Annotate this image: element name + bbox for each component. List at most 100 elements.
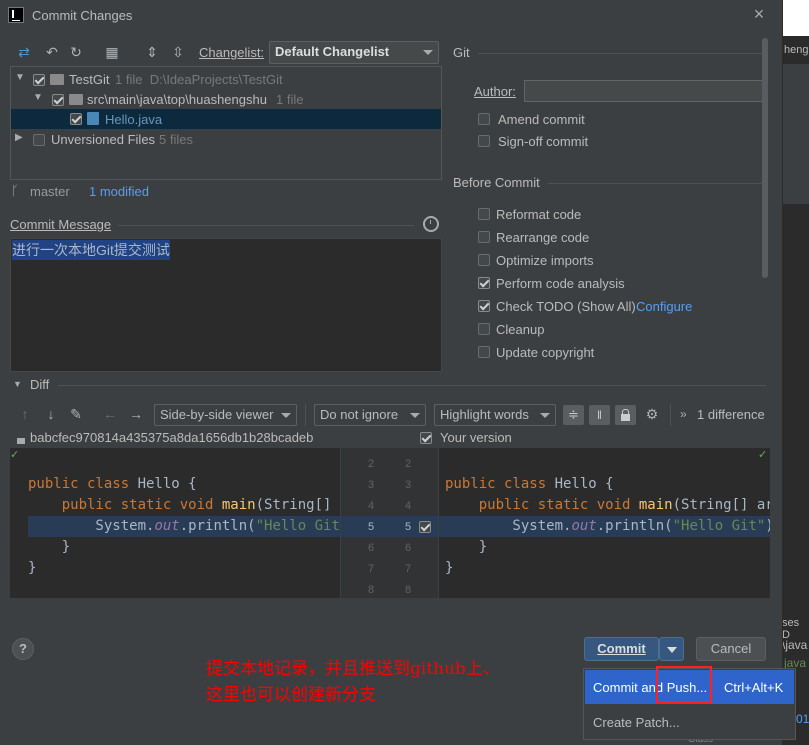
refresh-icon[interactable]: ↻ <box>68 44 84 60</box>
amend-checkbox[interactable] <box>478 113 490 125</box>
modified-count[interactable]: 1 modified <box>89 184 149 199</box>
root-checkbox[interactable] <box>33 74 45 86</box>
author-label: Author: <box>474 84 516 99</box>
forward-icon[interactable]: → <box>128 406 144 422</box>
tree-row-package[interactable]: ▼ src\main\java\top\huashengshu 1 file <box>11 89 441 109</box>
background-text: 01 <box>796 712 809 726</box>
optimize-checkbox[interactable] <box>478 254 490 266</box>
tree-row-file[interactable]: Hello.java <box>11 109 441 129</box>
expand-arrow-icon[interactable]: ▼ <box>33 92 43 103</box>
code-line: public class Hello { <box>445 476 614 492</box>
optimize-label[interactable]: Optimize imports <box>496 253 594 268</box>
signoff-checkbox[interactable] <box>478 135 490 147</box>
branch-name[interactable]: master <box>30 184 70 199</box>
root-name: TestGit <box>69 72 110 87</box>
lock-icon[interactable] <box>615 405 636 425</box>
diff-gutter: 2 2 3 3 4 4 5 5 6 6 7 7 8 8 <box>341 448 438 598</box>
history-clock-icon[interactable] <box>423 216 439 232</box>
cancel-button[interactable]: Cancel <box>696 637 766 661</box>
line-number: 3 <box>367 479 375 491</box>
changelist-label-text: Changelist: <box>199 45 265 60</box>
ignore-dropdown[interactable]: Do not ignore <box>314 404 426 426</box>
analysis-checkbox[interactable] <box>478 277 490 289</box>
signoff-label[interactable]: Sign-off commit <box>498 134 588 149</box>
viewer-dropdown[interactable]: Side-by-side viewer <box>154 404 297 426</box>
back-icon[interactable]: ← <box>102 406 118 422</box>
line-number: 4 <box>367 500 375 512</box>
code-line: System.out.println("Hello Git");/ <box>445 518 770 534</box>
divider <box>305 404 306 426</box>
highlight-dropdown[interactable]: Highlight words <box>434 404 556 426</box>
rearrange-label[interactable]: Rearrange code <box>496 230 589 245</box>
options-scrollbar[interactable] <box>762 38 768 278</box>
prev-diff-icon[interactable]: ↑ <box>18 406 32 422</box>
line-number: 6 <box>367 542 375 554</box>
background-panel <box>782 0 809 36</box>
todo-checkbox[interactable] <box>478 300 490 312</box>
sync-scroll-icon[interactable]: ‖ <box>589 405 610 425</box>
configure-link[interactable]: Configure <box>636 299 692 314</box>
file-checkbox[interactable] <box>70 113 82 125</box>
group-by-icon[interactable]: ▦ <box>104 44 120 60</box>
annotation-line-2: 这里也可以创建新分支 <box>206 685 376 705</box>
cleanup-label[interactable]: Cleanup <box>496 322 544 337</box>
commit-button[interactable]: Commit <box>584 637 659 661</box>
close-icon[interactable]: × <box>750 5 768 23</box>
expand-arrow-icon[interactable]: ▼ <box>15 72 25 83</box>
help-button[interactable]: ? <box>12 638 34 660</box>
edit-icon[interactable]: ✎ <box>68 406 84 422</box>
line-number: 2 <box>367 458 375 470</box>
commit-options-button[interactable] <box>659 637 684 661</box>
rearrange-checkbox[interactable] <box>478 231 490 243</box>
code-line: System.out.println("Hello Git") <box>28 518 340 534</box>
changes-tree[interactable]: ▼ TestGit 1 file D:\IdeaProjects\TestGit… <box>10 66 442 180</box>
line-number: 3 <box>404 479 412 491</box>
line-number: 8 <box>404 584 412 596</box>
expand-arrow-icon[interactable]: ▶ <box>15 132 23 143</box>
tree-row-root[interactable]: ▼ TestGit 1 file D:\IdeaProjects\TestGit <box>11 69 441 89</box>
package-meta: 1 file <box>276 92 304 107</box>
diff-right-editor[interactable]: ✓ public class Hello { public static voi… <box>439 448 770 598</box>
line-number: 6 <box>404 542 412 554</box>
diff-collapse-icon[interactable]: ▼ <box>13 379 22 389</box>
rollback-icon[interactable]: ↶ <box>44 44 60 60</box>
divider <box>670 404 671 426</box>
commit-message-input[interactable]: 进行一次本地Git提交测试 <box>10 238 442 372</box>
reformat-checkbox[interactable] <box>478 208 490 220</box>
your-version-checkbox[interactable] <box>420 432 432 444</box>
more-icon[interactable]: » <box>680 407 687 421</box>
package-checkbox[interactable] <box>52 94 64 106</box>
title-bar: Commit Changes × <box>0 0 782 32</box>
settings-gear-icon[interactable]: ⚙ <box>644 406 660 422</box>
right-hscroll[interactable] <box>439 598 770 610</box>
background-text: \java <box>782 638 808 652</box>
line-number: 5 <box>367 521 375 533</box>
expand-all-icon[interactable]: ⇕ <box>144 44 160 60</box>
amend-label[interactable]: Amend commit <box>498 112 585 127</box>
todo-label[interactable]: Check TODO (Show All) <box>496 299 636 314</box>
git-section-title: Git <box>453 45 470 60</box>
diff-left-editor[interactable]: ✓ public class Hello { public static voi… <box>10 448 340 598</box>
java-file-icon <box>87 112 99 125</box>
author-input[interactable] <box>524 80 764 102</box>
analysis-label[interactable]: Perform code analysis <box>496 276 625 291</box>
left-hscroll[interactable] <box>10 598 340 610</box>
highlight-value: Highlight words <box>440 407 529 422</box>
unversioned-checkbox[interactable] <box>33 134 45 146</box>
collapse-all-icon[interactable]: ⇳ <box>170 44 186 60</box>
commit-dialog: Commit Changes × ⇄ ↶ ↻ ▦ ⇕ ⇳ Changelist:… <box>0 0 783 680</box>
cleanup-checkbox[interactable] <box>478 323 490 335</box>
next-diff-icon[interactable]: ↓ <box>44 406 58 422</box>
checkmark-icon: ✓ <box>758 449 768 461</box>
line-include-checkbox[interactable] <box>419 521 431 533</box>
menu-item-create-patch[interactable]: Create Patch... <box>585 705 794 739</box>
collapse-unchanged-icon[interactable]: ≑ <box>563 405 584 425</box>
reformat-label[interactable]: Reformat code <box>496 207 581 222</box>
diff-arrows-icon[interactable]: ⇄ <box>16 44 32 60</box>
copyright-label[interactable]: Update copyright <box>496 345 594 360</box>
copyright-checkbox[interactable] <box>478 346 490 358</box>
code-line: } <box>28 539 71 555</box>
code-line: } <box>445 539 488 555</box>
tree-row-unversioned[interactable]: ▶ Unversioned Files 5 files <box>11 129 441 149</box>
changelist-dropdown[interactable]: Default Changelist <box>269 41 439 64</box>
